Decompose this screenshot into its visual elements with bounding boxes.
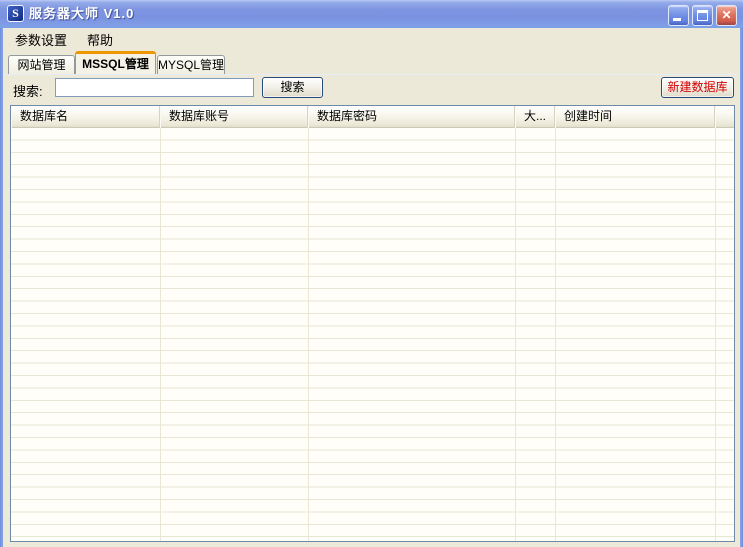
column-header-database-account[interactable]: 数据库账号 — [160, 106, 308, 128]
minimize-button[interactable] — [668, 5, 689, 26]
column-header-size[interactable]: 大... — [515, 106, 555, 128]
column-header-create-time[interactable]: 创建时间 — [555, 106, 715, 128]
column-divider — [308, 128, 309, 541]
app-icon: S — [7, 5, 24, 22]
column-divider — [515, 128, 516, 541]
search-label: 搜索: — [13, 81, 43, 100]
column-divider — [160, 128, 161, 541]
column-divider — [555, 128, 556, 541]
tab-mssql-management[interactable]: MSSQL管理 — [75, 51, 156, 74]
column-divider — [715, 128, 716, 541]
maximize-icon — [697, 10, 708, 21]
table-body-empty[interactable] — [11, 128, 734, 541]
menu-item-help[interactable]: 帮助 — [86, 28, 114, 51]
menu-item-settings[interactable]: 参数设置 — [14, 28, 68, 51]
column-header-database-password[interactable]: 数据库密码 — [308, 106, 515, 128]
database-table: 数据库名 数据库账号 数据库密码 大... 创建时间 — [10, 105, 735, 542]
close-icon: ✕ — [717, 6, 736, 25]
window-border-left — [0, 26, 3, 547]
tab-mysql-management[interactable]: MYSQL管理 — [157, 55, 225, 74]
column-header-database-name[interactable]: 数据库名 — [11, 106, 160, 128]
menubar: 参数设置 帮助 — [3, 28, 740, 50]
maximize-button[interactable] — [692, 5, 713, 26]
table-header: 数据库名 数据库账号 数据库密码 大... 创建时间 — [11, 106, 734, 128]
titlebar[interactable]: S 服务器大师 V1.0 ✕ — [0, 0, 743, 28]
close-button[interactable]: ✕ — [716, 5, 737, 26]
minimize-icon — [673, 18, 681, 21]
tab-website-management[interactable]: 网站管理 — [8, 55, 75, 74]
new-database-button[interactable]: 新建数据库 — [661, 77, 734, 98]
search-button[interactable]: 搜索 — [262, 77, 323, 98]
search-input[interactable] — [55, 78, 254, 97]
window-title: 服务器大师 V1.0 — [29, 0, 134, 28]
column-header-extra[interactable] — [715, 106, 734, 128]
